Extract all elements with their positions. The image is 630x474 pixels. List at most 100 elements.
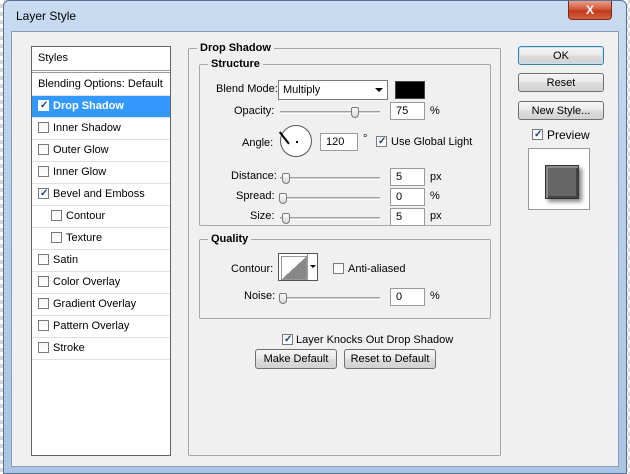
close-button[interactable]: X [568, 1, 612, 20]
blend-mode-value: Multiply [283, 84, 321, 96]
style-item-outer-glow[interactable]: Outer Glow [32, 140, 170, 162]
quality-title: Quality [208, 233, 252, 245]
reset-to-default-button[interactable]: Reset to Default [344, 349, 436, 369]
stroke-checkbox[interactable] [38, 341, 49, 353]
layer-style-window: Layer Style X Styles Blending Options: D… [3, 0, 627, 474]
size-input[interactable]: 5 [390, 208, 425, 226]
angle-unit: ° [363, 133, 368, 145]
distance-slider[interactable] [280, 173, 380, 184]
style-item-color-overlay[interactable]: Color Overlay [32, 272, 170, 294]
anti-aliased-checkbox[interactable] [333, 263, 344, 274]
noise-input[interactable]: 0 [390, 288, 425, 306]
ok-button[interactable]: OK [518, 46, 604, 65]
layer-knocks-out-label[interactable]: Layer Knocks Out Drop Shadow [296, 334, 453, 346]
chevron-down-icon [375, 88, 383, 92]
distance-slider-thumb[interactable] [282, 173, 290, 184]
angle-dial[interactable] [278, 125, 312, 157]
style-item-label: Color Overlay [53, 276, 121, 288]
opacity-slider[interactable] [280, 107, 380, 118]
size-unit: px [430, 210, 442, 222]
style-item-stroke[interactable]: Stroke [32, 338, 170, 360]
style-item-drop-shadow[interactable]: Drop Shadow [32, 96, 170, 118]
inner-shadow-checkbox[interactable] [38, 121, 49, 133]
styles-list: Styles Blending Options: Default Drop Sh… [31, 46, 171, 456]
style-item-label: Gradient Overlay [53, 298, 137, 310]
style-item-label: Contour [66, 210, 106, 222]
inner-glow-checkbox[interactable] [38, 165, 49, 177]
anti-aliased-label[interactable]: Anti-aliased [348, 263, 405, 275]
gradient-overlay-checkbox[interactable] [38, 297, 49, 309]
spread-slider[interactable] [279, 193, 380, 204]
outer-glow-checkbox[interactable] [38, 143, 49, 155]
texture-checkbox[interactable] [51, 231, 62, 243]
structure-title: Structure [208, 58, 263, 70]
blend-mode-select[interactable]: Multiply [278, 80, 388, 100]
use-global-light-checkbox[interactable] [376, 136, 387, 147]
noise-label: Noise: [244, 290, 276, 302]
satin-checkbox[interactable] [38, 253, 49, 265]
structure-group: Structure Blend Mode: Multiply Opacity: … [199, 58, 491, 226]
drop-shadow-checkbox[interactable] [38, 99, 49, 111]
contour-picker[interactable] [278, 253, 318, 281]
opacity-unit: % [430, 105, 440, 117]
style-item-label: Pattern Overlay [53, 320, 130, 332]
preview-label[interactable]: Preview [547, 128, 590, 142]
style-item-gradient-overlay[interactable]: Gradient Overlay [32, 294, 170, 316]
bevel-and-emboss-checkbox[interactable] [38, 187, 49, 199]
opacity-slider-thumb[interactable] [351, 107, 359, 118]
reset-button[interactable]: Reset [518, 73, 604, 92]
style-item-contour[interactable]: Contour [32, 206, 170, 228]
dialog-client-area: Styles Blending Options: Default Drop Sh… [11, 31, 619, 467]
opacity-label: Opacity: [234, 105, 275, 117]
style-item-texture[interactable]: Texture [32, 228, 170, 250]
layer-knocks-out-checkbox[interactable] [282, 334, 293, 345]
style-item-inner-shadow[interactable]: Inner Shadow [32, 118, 170, 140]
spread-slider-thumb[interactable] [279, 193, 287, 204]
style-item-inner-glow[interactable]: Inner Glow [32, 162, 170, 184]
size-slider[interactable] [280, 213, 380, 224]
distance-label: Distance: [231, 170, 277, 182]
pattern-overlay-checkbox[interactable] [38, 319, 49, 331]
blend-mode-label: Blend Mode: [216, 83, 278, 95]
size-slider-thumb[interactable] [282, 213, 290, 224]
color-overlay-checkbox[interactable] [38, 275, 49, 287]
style-item-pattern-overlay[interactable]: Pattern Overlay [32, 316, 170, 338]
angle-label: Angle: [242, 137, 274, 149]
noise-slider[interactable] [279, 293, 380, 304]
contour-checkbox[interactable] [51, 209, 62, 221]
drop-shadow-group: Drop Shadow Structure Blend Mode: Multip… [188, 42, 501, 456]
style-item-bevel-and-emboss[interactable]: Bevel and Emboss [32, 184, 170, 206]
make-default-button[interactable]: Make Default [255, 349, 337, 369]
style-item-label: Texture [66, 232, 103, 244]
chevron-down-icon[interactable] [307, 254, 317, 280]
drop-shadow-title: Drop Shadow [197, 42, 274, 54]
title-bar[interactable]: Layer Style X [4, 1, 626, 31]
quality-group: Quality Contour: Anti-aliased Noise: 0 % [199, 233, 491, 319]
distance-unit: px [430, 171, 442, 183]
opacity-input[interactable]: 75 [390, 102, 425, 120]
preview-swatch [545, 165, 579, 199]
angle-needle [278, 131, 290, 145]
style-item-label: Satin [53, 254, 79, 266]
style-item-label: Inner Shadow [53, 122, 121, 134]
noise-slider-thumb[interactable] [279, 293, 287, 304]
blending-options-item[interactable]: Blending Options: Default [32, 74, 170, 96]
size-label: Size: [250, 210, 275, 222]
close-icon: X [585, 3, 594, 17]
styles-header[interactable]: Styles [32, 47, 170, 73]
shadow-color-swatch[interactable] [395, 81, 425, 99]
noise-unit: % [430, 290, 440, 302]
angle-input[interactable]: 120 [320, 133, 358, 151]
style-preview [528, 148, 590, 210]
contour-label: Contour: [231, 263, 274, 275]
spread-unit: % [430, 190, 440, 202]
preview-checkbox[interactable] [532, 129, 543, 140]
style-item-label: Inner Glow [53, 166, 107, 178]
distance-input[interactable]: 5 [390, 168, 425, 186]
spread-label: Spread: [236, 190, 275, 202]
spread-input[interactable]: 0 [390, 188, 425, 206]
style-item-satin[interactable]: Satin [32, 250, 170, 272]
use-global-light-label[interactable]: Use Global Light [391, 136, 472, 148]
new-style-button[interactable]: New Style... [518, 101, 604, 120]
style-item-label: Drop Shadow [53, 100, 124, 112]
